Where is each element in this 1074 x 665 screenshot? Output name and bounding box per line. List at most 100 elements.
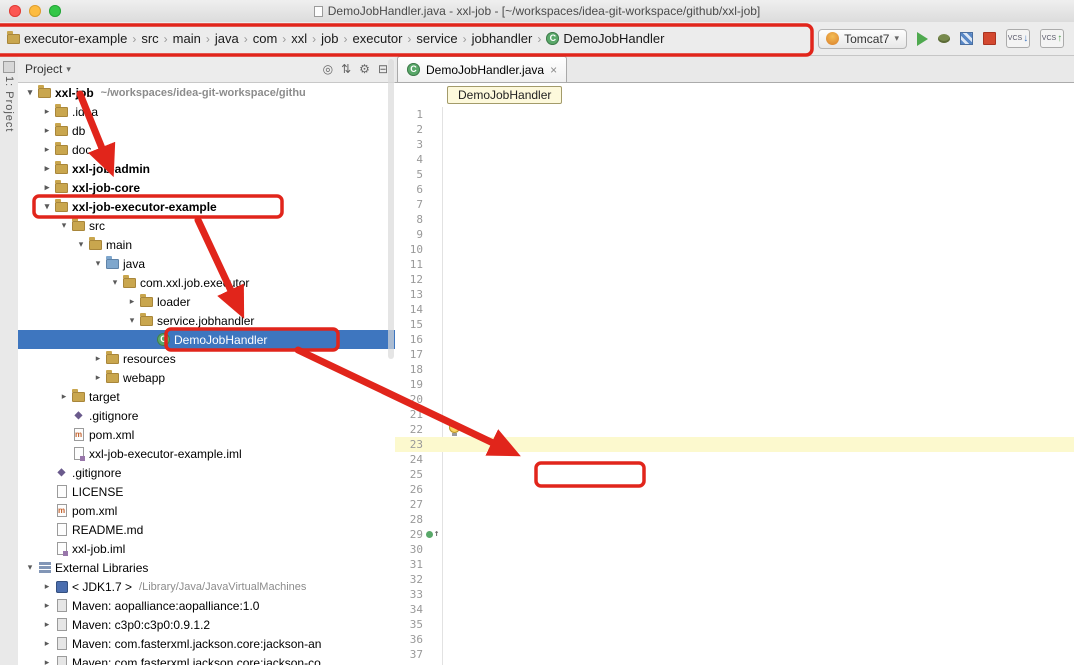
gear-icon[interactable]: ⚙ (359, 62, 370, 76)
code-line-1[interactable]: 1 (395, 107, 1074, 122)
tree-scrollbar[interactable] (388, 59, 394, 359)
collapsed-arrow-icon[interactable]: ▸ (41, 619, 53, 630)
expanded-arrow-icon[interactable]: ▾ (92, 258, 104, 269)
close-icon[interactable]: × (550, 64, 557, 76)
tree-item-.idea[interactable]: ▸.idea (18, 102, 395, 121)
code-line-28[interactable]: 28 (395, 512, 1074, 527)
code-line-12[interactable]: 12 (395, 272, 1074, 287)
code-line-36[interactable]: 36 (395, 632, 1074, 647)
collapsed-arrow-icon[interactable]: ▸ (41, 106, 53, 117)
tree-item-pom.xml[interactable]: mpom.xml (18, 501, 395, 520)
run-method-icon[interactable] (426, 531, 433, 538)
tree-item-xxl-job[interactable]: ▾xxl-job~/workspaces/idea-git-workspace/… (18, 83, 395, 102)
code-line-29[interactable]: 29↑ (395, 527, 1074, 542)
tree-item-< JDK1.7 >[interactable]: ▸< JDK1.7 >/Library/Java/JavaVirtualMach… (18, 577, 395, 596)
project-panel-title-select[interactable]: Project ▾ (25, 62, 71, 76)
code-line-27[interactable]: 27 (395, 497, 1074, 512)
expanded-arrow-icon[interactable]: ▾ (24, 562, 36, 573)
tree-item-.gitignore[interactable]: ◆.gitignore (18, 463, 395, 482)
code-line-35[interactable]: 35 (395, 617, 1074, 632)
expanded-arrow-icon[interactable]: ▾ (41, 201, 53, 212)
tree-item-db[interactable]: ▸db (18, 121, 395, 140)
tree-item-main[interactable]: ▾main (18, 235, 395, 254)
code-line-6[interactable]: 6 (395, 182, 1074, 197)
collapsed-arrow-icon[interactable]: ▸ (41, 144, 53, 155)
tree-item-xxl-job-executor-example[interactable]: ▾xxl-job-executor-example (18, 197, 395, 216)
breadcrumb-item-executor[interactable]: executor (349, 29, 407, 48)
code-line-26[interactable]: 26 (395, 482, 1074, 497)
collapse-all-icon[interactable]: ⊟ (378, 62, 388, 76)
tree-item-.gitignore[interactable]: ◆.gitignore (18, 406, 395, 425)
collapsed-arrow-icon[interactable]: ▸ (41, 125, 53, 136)
code-line-11[interactable]: 11 (395, 257, 1074, 272)
code-line-7[interactable]: 7 (395, 197, 1074, 212)
tree-item-DemoJobHandler[interactable]: CDemoJobHandler (18, 330, 395, 349)
vcs-update-button[interactable]: VCS ↓ (1006, 29, 1030, 48)
tree-item-xxl-job.iml[interactable]: xxl-job.iml (18, 539, 395, 558)
intention-bulb-icon[interactable] (449, 422, 460, 433)
minimize-window-button[interactable] (29, 5, 41, 17)
collapsed-arrow-icon[interactable]: ▸ (92, 353, 104, 364)
tree-item-LICENSE[interactable]: LICENSE (18, 482, 395, 501)
collapsed-arrow-icon[interactable]: ▸ (41, 638, 53, 649)
breadcrumb-item-DemoJobHandler[interactable]: CDemoJobHandler (542, 29, 668, 48)
debug-button[interactable] (938, 34, 950, 43)
code-line-21[interactable]: 21 (395, 407, 1074, 422)
tree-item-webapp[interactable]: ▸webapp (18, 368, 395, 387)
expanded-arrow-icon[interactable]: ▾ (24, 87, 36, 98)
code-line-32[interactable]: 32 (395, 572, 1074, 587)
coverage-button[interactable] (960, 32, 973, 45)
locate-icon[interactable]: ◎ (323, 62, 333, 76)
collapsed-arrow-icon[interactable]: ▸ (41, 600, 53, 611)
breadcrumb-item-java[interactable]: java (211, 29, 243, 48)
stop-button[interactable] (983, 32, 996, 45)
code-line-23[interactable]: 23 (395, 437, 1074, 452)
tree-item-pom.xml[interactable]: mpom.xml (18, 425, 395, 444)
tree-item-External Libraries[interactable]: ▾External Libraries (18, 558, 395, 577)
collapsed-arrow-icon[interactable]: ▸ (41, 182, 53, 193)
code-line-16[interactable]: 16 (395, 332, 1074, 347)
expanded-arrow-icon[interactable]: ▾ (75, 239, 87, 250)
code-line-5[interactable]: 5 (395, 167, 1074, 182)
expanded-arrow-icon[interactable]: ▾ (58, 220, 70, 231)
breadcrumb-item-main[interactable]: main (169, 29, 205, 48)
code-line-17[interactable]: 17 (395, 347, 1074, 362)
tree-item-loader[interactable]: ▸loader (18, 292, 395, 311)
tree-item-resources[interactable]: ▸resources (18, 349, 395, 368)
tree-item-target[interactable]: ▸target (18, 387, 395, 406)
code-line-37[interactable]: 37 (395, 647, 1074, 662)
code-line-4[interactable]: 4 (395, 152, 1074, 167)
code-line-19[interactable]: 19 (395, 377, 1074, 392)
collapsed-arrow-icon[interactable]: ▸ (41, 581, 53, 592)
code-line-25[interactable]: 25 (395, 467, 1074, 482)
code-line-24[interactable]: 24 (395, 452, 1074, 467)
collapsed-arrow-icon[interactable]: ▸ (41, 657, 53, 665)
class-name-chip[interactable]: DemoJobHandler (447, 86, 562, 104)
code-line-22[interactable]: 22 (395, 422, 1074, 437)
breadcrumb-item-xxl[interactable]: xxl (287, 29, 311, 48)
tree-item-Maven: c3p0:c3p0:0.9.1.2[interactable]: ▸Maven: c3p0:c3p0:0.9.1.2 (18, 615, 395, 634)
tree-item-Maven: com.fasterxml.jackson.core:jackson-co[interactable]: ▸Maven: com.fasterxml.jackson.core:jacks… (18, 653, 395, 665)
tree-item-xxl-job-admin[interactable]: ▸xxl-job-admin (18, 159, 395, 178)
breadcrumb-item-executor-example[interactable]: executor-example (3, 29, 131, 48)
breadcrumb-item-job[interactable]: job (317, 29, 342, 48)
run-button[interactable] (917, 32, 928, 46)
tree-item-xxl-job-executor-example.iml[interactable]: xxl-job-executor-example.iml (18, 444, 395, 463)
close-window-button[interactable] (9, 5, 21, 17)
tree-item-doc[interactable]: ▸doc (18, 140, 395, 159)
expanded-arrow-icon[interactable]: ▾ (126, 315, 138, 326)
tree-item-Maven: aopalliance:aopalliance:1.0[interactable]: ▸Maven: aopalliance:aopalliance:1.0 (18, 596, 395, 615)
code-line-9[interactable]: 9 (395, 227, 1074, 242)
code-line-14[interactable]: 14 (395, 302, 1074, 317)
code-line-30[interactable]: 30 (395, 542, 1074, 557)
tree-item-Maven: com.fasterxml.jackson.core:jackson-an[interactable]: ▸Maven: com.fasterxml.jackson.core:jacks… (18, 634, 395, 653)
breadcrumb-item-com[interactable]: com (249, 29, 282, 48)
tree-item-com.xxl.job.executor[interactable]: ▾com.xxl.job.executor (18, 273, 395, 292)
code-line-20[interactable]: 20 (395, 392, 1074, 407)
override-icon[interactable]: ↑ (434, 527, 439, 542)
expanded-arrow-icon[interactable]: ▾ (109, 277, 121, 288)
tree-item-service.jobhandler[interactable]: ▾service.jobhandler (18, 311, 395, 330)
collapsed-arrow-icon[interactable]: ▸ (41, 163, 53, 174)
zoom-window-button[interactable] (49, 5, 61, 17)
code-line-34[interactable]: 34 (395, 602, 1074, 617)
